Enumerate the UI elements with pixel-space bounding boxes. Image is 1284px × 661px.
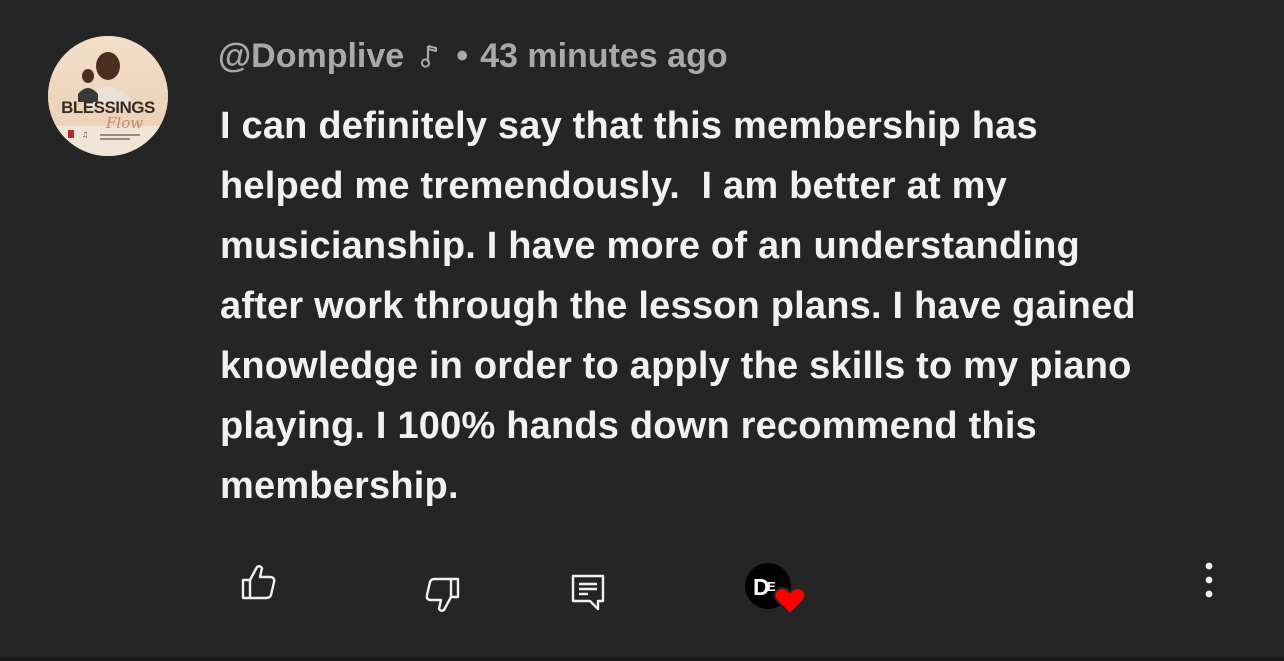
dislike-button[interactable] xyxy=(420,572,466,618)
author-handle[interactable]: @Domplive xyxy=(218,37,404,76)
avatar-image: ♫ xyxy=(48,36,168,156)
svg-text:♫: ♫ xyxy=(82,131,88,139)
more-vertical-icon xyxy=(1205,562,1213,598)
bottom-divider xyxy=(0,657,1284,661)
separator-dot: • xyxy=(456,36,469,75)
avatar-subtitle: Flow xyxy=(106,114,144,132)
author-avatar[interactable]: ♫ BLESSINGS Flow xyxy=(48,36,168,156)
thumbs-down-icon xyxy=(425,577,460,612)
creator-heart-icon: D E xyxy=(745,563,807,616)
creator-heart-badge: D E xyxy=(744,562,810,618)
more-options-button[interactable] xyxy=(1194,558,1224,602)
comment-timestamp[interactable]: 43 minutes ago xyxy=(480,37,728,76)
thumbs-up-icon xyxy=(241,565,276,600)
like-button[interactable] xyxy=(236,560,280,604)
comment-body: I can definitely say that this membershi… xyxy=(220,105,1136,507)
comment-header: @Domplive • 43 minutes ago xyxy=(218,34,728,78)
comment-card: ♫ BLESSINGS Flow @Domplive • 43 minutes … xyxy=(0,0,1284,661)
reply-comment-icon xyxy=(571,574,605,611)
reply-button[interactable] xyxy=(566,570,610,614)
music-note-icon xyxy=(420,43,440,69)
